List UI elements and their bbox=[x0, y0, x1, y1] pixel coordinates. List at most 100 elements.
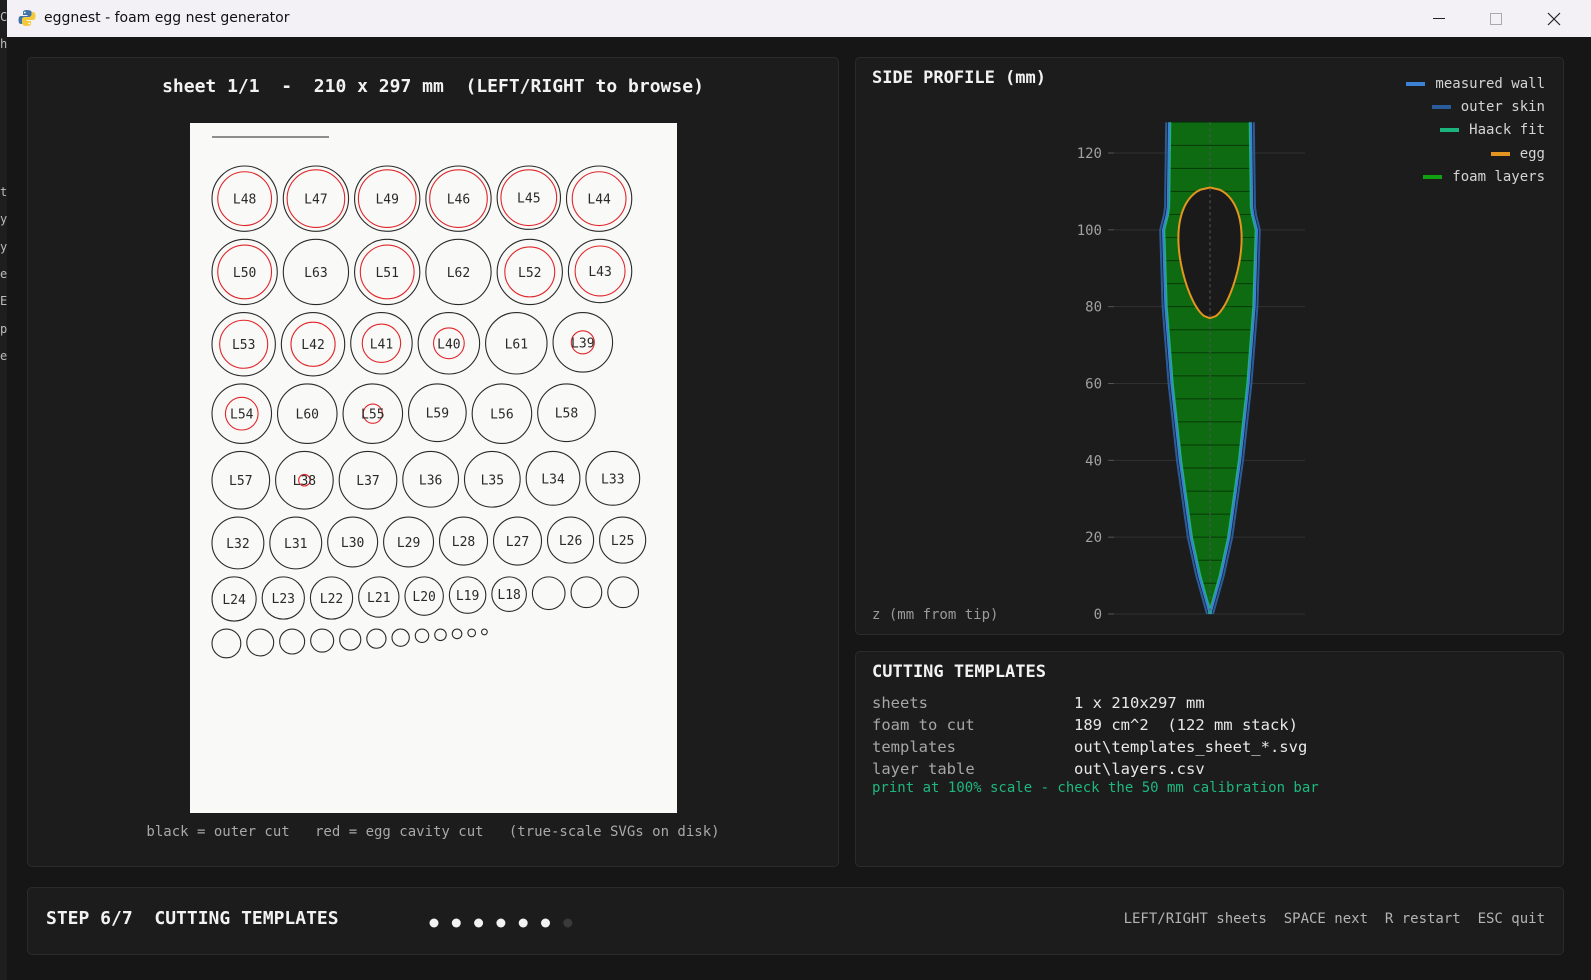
foam-layer-template: L32 bbox=[211, 516, 265, 570]
row-value: 189 cm^2 (122 mm stack) bbox=[1074, 716, 1298, 734]
row-value: out\layers.csv bbox=[1074, 760, 1205, 778]
layer-label: L24 bbox=[222, 593, 246, 608]
title-bar: eggnest - foam egg nest generator bbox=[7, 0, 1591, 37]
minimize-button[interactable] bbox=[1410, 0, 1468, 37]
foam-layer-template: L29 bbox=[383, 516, 435, 568]
foam-layer-template: L39 bbox=[552, 312, 614, 373]
outer-cut-circle bbox=[414, 628, 430, 644]
template-sheet: L48 L47 L49 L46 L45 L44 L50 L63 L51 L62 L52 L43 L53 L… bbox=[190, 123, 677, 813]
layer-label: L52 bbox=[518, 266, 541, 281]
row-key: templates bbox=[872, 738, 956, 756]
layer-label: L35 bbox=[481, 473, 504, 488]
layer-label: L38 bbox=[293, 474, 316, 489]
background-window-edge: Cht.yyeEpe bbox=[0, 0, 14, 980]
outer-cut-circle bbox=[434, 628, 447, 642]
layer-label: L26 bbox=[559, 534, 582, 549]
layer-label: L37 bbox=[356, 474, 379, 489]
row-key: layer table bbox=[872, 760, 975, 778]
layer-label: L60 bbox=[296, 408, 319, 423]
outer-cut-circle bbox=[246, 628, 275, 657]
layer-label: L46 bbox=[447, 193, 470, 208]
outer-cut-circle bbox=[531, 576, 566, 611]
window-title: eggnest - foam egg nest generator bbox=[44, 10, 290, 26]
layer-label: L61 bbox=[505, 337, 528, 352]
sheet-caption: black = outer cut red = egg cavity cut (… bbox=[146, 824, 720, 840]
step-dot-done bbox=[474, 918, 484, 928]
row-key: foam to cut bbox=[872, 716, 975, 734]
y-tick-label: 100 bbox=[1077, 223, 1102, 239]
foam-layer-template: L48 bbox=[211, 165, 278, 232]
sheet-panel: sheet 1/1 - 210 x 297 mm (LEFT/RIGHT to … bbox=[27, 57, 839, 867]
keyboard-hints: LEFT/RIGHT sheets SPACE next R restart E… bbox=[1123, 911, 1545, 927]
layer-label: L22 bbox=[320, 592, 343, 607]
cutting-templates-title: CUTTING TEMPLATES bbox=[872, 662, 1046, 682]
foam-layer-template bbox=[339, 628, 362, 651]
minimize-icon bbox=[1433, 18, 1445, 19]
foam-layer-template: L44 bbox=[565, 165, 633, 232]
legend-measured-wall: measured wall bbox=[1406, 72, 1545, 95]
layer-label: L45 bbox=[517, 192, 540, 207]
foam-layer-template: L22 bbox=[309, 576, 354, 620]
foam-layer-template: L37 bbox=[338, 450, 398, 510]
foam-layer-template: L36 bbox=[402, 450, 460, 508]
layer-label: L18 bbox=[497, 588, 520, 603]
layer-label: L49 bbox=[375, 193, 398, 208]
foam-layer-template: L42 bbox=[280, 312, 346, 377]
row-templates: templates out\templates_sheet_*.svg bbox=[872, 738, 1319, 760]
foam-layer-template: L49 bbox=[354, 165, 421, 232]
step-progress-dots bbox=[429, 918, 573, 928]
layer-label: L39 bbox=[571, 336, 594, 351]
sheet-title: sheet 1/1 - 210 x 297 mm (LEFT/RIGHT to … bbox=[162, 76, 704, 97]
chart-legend: measured wall outer skin Haack fit egg f… bbox=[1406, 72, 1545, 188]
layer-label: L48 bbox=[233, 193, 256, 208]
foam-layer-template: L60 bbox=[276, 383, 338, 444]
layer-label: L54 bbox=[230, 408, 254, 423]
foam-layer-template: L51 bbox=[354, 238, 421, 306]
foam-layer-template: L18 bbox=[491, 576, 527, 612]
step-dot-done bbox=[496, 918, 506, 928]
legend-label: foam layers bbox=[1452, 168, 1545, 185]
foam-layer-template: L56 bbox=[471, 383, 533, 444]
foam-layer-template: L19 bbox=[448, 576, 487, 614]
outer-cut-circle bbox=[391, 628, 410, 647]
foam-layer-template: L58 bbox=[537, 383, 596, 443]
foam-layer-template: L55 bbox=[342, 383, 404, 444]
y-tick-label: 60 bbox=[1085, 377, 1102, 393]
maximize-button[interactable] bbox=[1467, 0, 1525, 37]
print-scale-note: print at 100% scale - check the 50 mm ca… bbox=[872, 780, 1319, 796]
foam-layer-template: L62 bbox=[425, 238, 492, 306]
foam-layer-template bbox=[607, 576, 640, 609]
outer-cut-circle bbox=[339, 628, 362, 651]
row-sheets: sheets 1 x 210x297 mm bbox=[872, 694, 1319, 716]
foam-layer-template bbox=[211, 628, 242, 659]
cutting-templates-panel: CUTTING TEMPLATES sheets 1 x 210x297 mm f… bbox=[855, 651, 1564, 867]
layer-label: L27 bbox=[506, 535, 529, 550]
row-value: 1 x 210x297 mm bbox=[1074, 694, 1205, 712]
layer-label: L32 bbox=[226, 537, 249, 552]
foam-layer-template bbox=[414, 628, 430, 644]
layer-label: L30 bbox=[341, 536, 364, 551]
foam-layer-template bbox=[391, 628, 410, 647]
layer-label: L25 bbox=[611, 534, 634, 549]
layer-label: L43 bbox=[588, 265, 611, 280]
foam-layer-template: L40 bbox=[417, 312, 481, 375]
legend-swatch bbox=[1431, 104, 1451, 109]
legend-label: outer skin bbox=[1460, 98, 1545, 115]
layer-label: L63 bbox=[304, 266, 327, 281]
foam-layer-template bbox=[366, 628, 387, 649]
foam-layer-template: L52 bbox=[496, 238, 563, 306]
foam-layer-template: L23 bbox=[261, 576, 305, 620]
layer-label: L51 bbox=[375, 266, 398, 281]
foam-layer-template: L45 bbox=[496, 165, 562, 230]
foam-layer-template: L35 bbox=[463, 450, 521, 508]
template-sheet-drawing: L48 L47 L49 L46 L45 L44 L50 L63 L51 L62 L52 L43 L53 L… bbox=[211, 136, 647, 659]
foam-layer-template: L63 bbox=[282, 238, 350, 306]
legend-foam-layers: foam layers bbox=[1406, 165, 1545, 188]
close-button[interactable] bbox=[1525, 0, 1583, 37]
legend-outer-skin: outer skin bbox=[1406, 95, 1545, 118]
foam-layer-template bbox=[310, 628, 335, 653]
foam-layer-template: L20 bbox=[404, 576, 444, 616]
maximize-icon bbox=[1490, 13, 1502, 25]
layer-label: L44 bbox=[587, 193, 611, 208]
layer-label: L53 bbox=[232, 338, 255, 353]
